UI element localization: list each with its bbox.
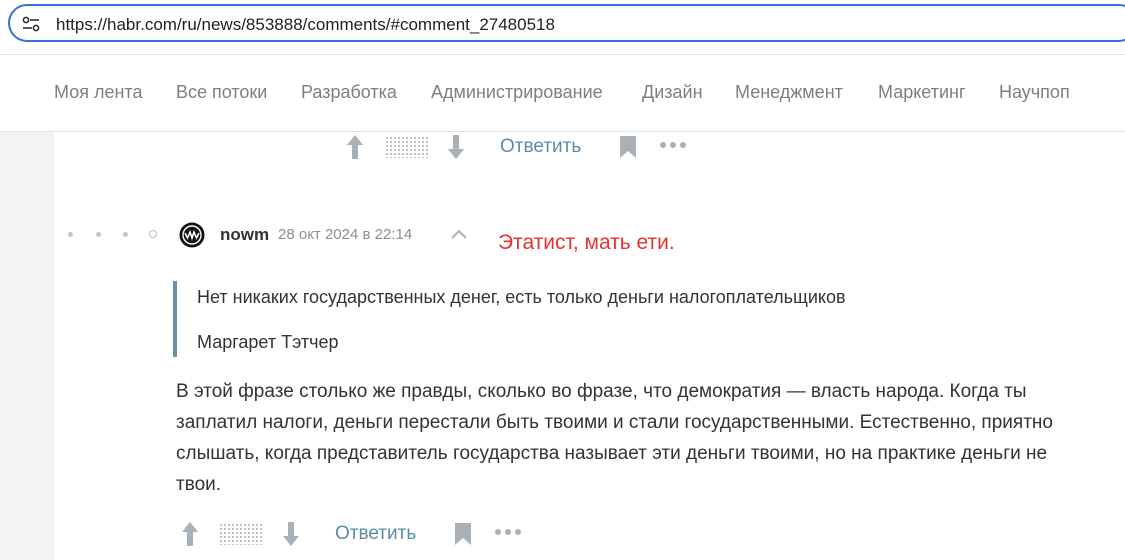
- more-icon[interactable]: [494, 527, 522, 537]
- nav-item-popsci[interactable]: Научпоп: [999, 82, 1070, 103]
- nav-item-all-streams[interactable]: Все потоки: [176, 82, 267, 103]
- bookmark-icon[interactable]: [620, 136, 636, 158]
- thread-depth-ring[interactable]: [149, 230, 157, 238]
- comment-username[interactable]: nowm: [220, 225, 269, 245]
- url-text[interactable]: https://habr.com/ru/news/853888/comments…: [56, 15, 555, 35]
- thread-depth-dot: [96, 232, 101, 237]
- rating-hidden: [385, 136, 429, 158]
- address-bar[interactable]: https://habr.com/ru/news/853888/comments…: [8, 4, 1125, 42]
- rating-hidden: [219, 523, 263, 545]
- blockquote: Нет никаких государственных денег, есть …: [173, 281, 977, 357]
- nav-item-feed[interactable]: Моя лента: [54, 82, 142, 103]
- quote-text: Нет никаких государственных денег, есть …: [197, 287, 846, 307]
- downvote-icon[interactable]: [447, 134, 465, 160]
- site-settings-icon[interactable]: [22, 16, 40, 32]
- more-icon[interactable]: [659, 140, 687, 150]
- annotation-note: Этатист, мать ети.: [498, 231, 675, 254]
- browser-toolbar: https://habr.com/ru/news/853888/comments…: [0, 0, 1125, 55]
- upvote-icon[interactable]: [181, 521, 199, 547]
- comment-actions: Ответить: [181, 521, 531, 549]
- reply-link[interactable]: Ответить: [335, 523, 416, 545]
- reply-link[interactable]: Ответить: [500, 136, 581, 158]
- upvote-icon[interactable]: [346, 134, 364, 160]
- nav-item-management[interactable]: Менеджмент: [735, 82, 843, 103]
- nav-item-marketing[interactable]: Маркетинг: [878, 82, 966, 103]
- nav-item-design[interactable]: Дизайн: [642, 82, 703, 103]
- nav-item-administration[interactable]: Администрирование: [431, 82, 603, 103]
- thread-depth-dot: [123, 232, 128, 237]
- main-nav: Моя лента Все потоки Разработка Админист…: [0, 55, 1125, 132]
- thread-depth-dot: [68, 232, 73, 237]
- bookmark-icon[interactable]: [455, 523, 471, 545]
- downvote-icon[interactable]: [282, 521, 300, 547]
- chevron-up-icon[interactable]: [450, 228, 468, 240]
- prev-comment-actions: Ответить: [346, 134, 696, 162]
- quote-author: Маргарет Тэтчер: [197, 332, 339, 352]
- avatar[interactable]: [179, 222, 205, 248]
- left-gutter: [0, 132, 54, 560]
- comment-date[interactable]: 28 окт 2024 в 22:14: [278, 226, 412, 243]
- nav-item-development[interactable]: Разработка: [301, 82, 397, 103]
- comment-body: В этой фразе столько же правды, сколько …: [176, 381, 1053, 495]
